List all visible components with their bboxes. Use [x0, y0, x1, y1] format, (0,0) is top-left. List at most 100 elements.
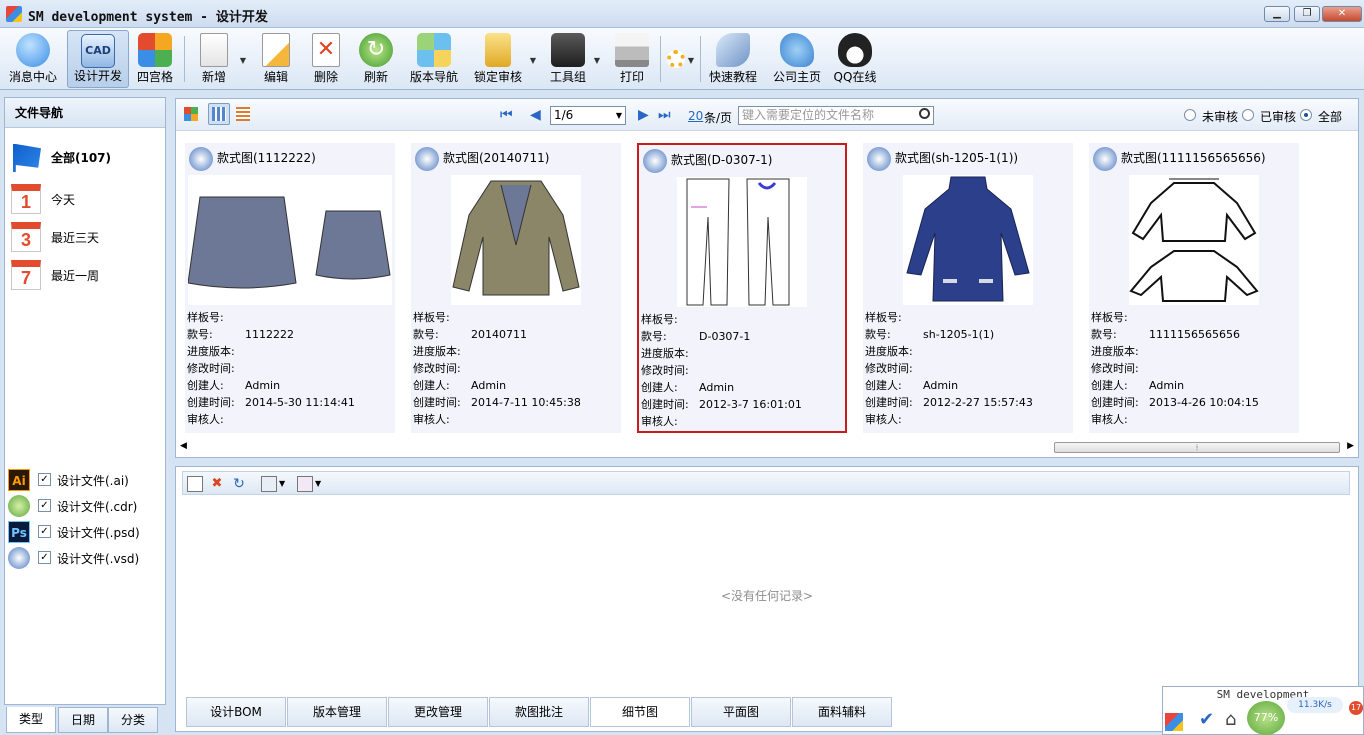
field-label: 创建人:	[1091, 379, 1128, 392]
toolbar-label: 四宫格	[136, 70, 173, 84]
style-card[interactable]: 款式图(sh-1205-1(1)) 样板号: 款号: sh-1205-1(1) 进…	[863, 143, 1073, 433]
tab-category[interactable]: 分类	[108, 707, 158, 733]
style-card[interactable]: 款式图(20140711) 样板号: 款号: 20140711 进度版本: 修改时…	[411, 143, 621, 433]
filter-all-radio[interactable]	[1300, 109, 1312, 121]
qq-online-button[interactable]: QQ在线	[830, 30, 880, 88]
tab-design-bom[interactable]: 设计BOM	[186, 697, 286, 727]
check-icon[interactable]: ✔	[1199, 709, 1214, 730]
chevron-down-icon[interactable]: ▼	[279, 476, 295, 492]
chevron-down-icon[interactable]: ▼	[688, 56, 694, 65]
checkbox[interactable]: ✓	[38, 525, 51, 538]
tools-group-button[interactable]: ▼ 工具组	[546, 30, 600, 88]
field-label: 审核人:	[187, 413, 224, 426]
list-view-icon[interactable]	[232, 103, 254, 125]
toolbar-label: 新增	[201, 70, 226, 84]
tab-style-annotation[interactable]: 款图批注	[489, 697, 589, 727]
nav-item-today[interactable]: 1 今天	[11, 184, 161, 216]
tab-flat-drawing[interactable]: 平面图	[691, 697, 791, 727]
refresh-button[interactable]: ↻ 刷新	[354, 30, 398, 88]
file-type-psd[interactable]: Ps ✓ 设计文件(.psd)	[8, 519, 163, 543]
first-page-icon[interactable]: ⏮	[500, 107, 513, 123]
minimize-button[interactable]: ▁	[1264, 6, 1290, 22]
refresh-icon: ↻	[359, 33, 393, 67]
file-type-ai[interactable]: Ai ✓ 设计文件(.ai)	[8, 467, 163, 491]
view-toolbar: ⏮ ◀ 1/6 ▼ ▶ ⏭ 20 条/页 键入需要定位的文件名称 未审核 已审核…	[176, 99, 1358, 131]
filter-reviewed-radio[interactable]	[1242, 109, 1254, 121]
style-card[interactable]: 款式图(1112222) 样板号: 款号: 1112222 进度版本: 修改时间:…	[185, 143, 395, 433]
nav-item-all[interactable]: 全部(107)	[11, 142, 161, 174]
floating-widget[interactable]: SM development ✔ ⌂ 77% 11.3K/s 17	[1162, 686, 1364, 735]
checkbox[interactable]: ✓	[38, 551, 51, 564]
file-type-vsd[interactable]: ✓ 设计文件(.vsd)	[8, 545, 163, 569]
toolbar-label: 编辑	[263, 70, 288, 84]
lock-review-button[interactable]: ▼ 锁定审核	[470, 30, 536, 88]
toolbar-label: 公司主页	[772, 70, 821, 84]
search-icon[interactable]	[919, 108, 930, 119]
print-button[interactable]: 打印	[610, 30, 654, 88]
file-type-cdr[interactable]: ✓ 设计文件(.cdr)	[8, 493, 163, 517]
close-button[interactable]: ✕	[1322, 6, 1362, 22]
style-card[interactable]: 款式图(1111156565656) 样板号: 款号: 1111156565656…	[1089, 143, 1299, 433]
chevron-down-icon[interactable]: ▼	[315, 476, 331, 492]
thumbnail-view-icon[interactable]	[180, 103, 202, 125]
chevron-down-icon[interactable]: ▼	[594, 56, 600, 65]
tab-type[interactable]: 类型	[6, 707, 56, 733]
tab-version-management[interactable]: 版本管理	[287, 697, 387, 727]
horizontal-scrollbar[interactable]: ◀ ⦙ ▶	[178, 439, 1356, 455]
new-button[interactable]: ▼ 新增	[192, 30, 246, 88]
field-label: 创建人:	[865, 379, 902, 392]
style-card-selected[interactable]: 款式图(D-0307-1) 样板号: 款号: D-0307-1 进度版本: 修改时…	[637, 143, 847, 433]
last-page-icon[interactable]: ⏭	[658, 107, 671, 123]
home-icon[interactable]: ⌂	[1225, 709, 1236, 730]
prev-page-icon[interactable]: ◀	[530, 107, 541, 123]
maximize-button[interactable]: ❐	[1294, 6, 1320, 22]
company-home-button[interactable]: 公司主页	[768, 30, 826, 88]
search-input[interactable]: 键入需要定位的文件名称	[738, 106, 934, 125]
quick-tutorial-button[interactable]: 快速教程	[704, 30, 762, 88]
chevron-down-icon[interactable]: ▼	[530, 56, 536, 65]
scroll-right-icon[interactable]: ▶	[1347, 441, 1354, 451]
window-title: SM development system - 设计开发	[28, 10, 268, 25]
page-select[interactable]: 1/6 ▼	[550, 106, 626, 125]
scroll-left-icon[interactable]: ◀	[180, 441, 187, 451]
add-detail-icon[interactable]	[187, 476, 203, 492]
filter-reviewed-label: 已审核	[1260, 110, 1297, 124]
refresh-detail-icon[interactable]: ↻	[231, 476, 247, 492]
field-label: 审核人:	[413, 413, 450, 426]
delete-button[interactable]: ✕ 删除	[304, 30, 348, 88]
tab-fabric-accessories[interactable]: 面料辅料	[792, 697, 892, 727]
filter-unreviewed-radio[interactable]	[1184, 109, 1196, 121]
delete-icon: ✕	[312, 33, 340, 67]
chevron-down-icon[interactable]: ▼	[240, 56, 246, 65]
visio-icon	[867, 147, 891, 171]
version-nav-button[interactable]: 版本导航	[406, 30, 462, 88]
message-center-button[interactable]: 消息中心	[4, 30, 62, 88]
page-size-link[interactable]: 20	[688, 109, 703, 123]
notification-badge[interactable]: 17	[1349, 701, 1363, 715]
toolbar-label: 设计开发	[73, 69, 122, 83]
checkbox[interactable]: ✓	[38, 473, 51, 486]
design-dev-button[interactable]: CAD 设计开发	[67, 30, 129, 88]
main-toolbar: 消息中心 CAD 设计开发 四宫格 ▼ 新增 编辑 ✕ 删除 ↻ 刷新 版本导航…	[0, 28, 1364, 90]
checkbox[interactable]: ✓	[38, 499, 51, 512]
memory-gauge[interactable]: 77%	[1247, 701, 1285, 735]
nav-item-label: 全部(107)	[51, 151, 112, 165]
import-icon[interactable]	[261, 476, 277, 492]
nav-item-last-three-days[interactable]: 3 最近三天	[11, 222, 161, 254]
grid-view-button[interactable]: 四宫格	[133, 30, 177, 88]
grid-view-icon[interactable]	[208, 103, 230, 125]
delete-detail-icon[interactable]: ✖	[209, 476, 225, 492]
tab-detail-drawing[interactable]: 细节图	[590, 697, 690, 727]
field-label: 修改时间:	[187, 362, 235, 375]
settings-button[interactable]: ▼	[664, 30, 694, 88]
export-icon[interactable]	[297, 476, 313, 492]
tab-date[interactable]: 日期	[58, 707, 108, 733]
next-page-icon[interactable]: ▶	[638, 107, 649, 123]
nav-item-last-week[interactable]: 7 最近一周	[11, 260, 161, 292]
tab-change-management[interactable]: 更改管理	[388, 697, 488, 727]
edit-button[interactable]: 编辑	[254, 30, 298, 88]
scrollbar-thumb[interactable]: ⦙	[1054, 442, 1340, 453]
file-type-label: 设计文件(.vsd)	[57, 552, 140, 566]
creator-value: Admin	[699, 381, 735, 394]
app-icon[interactable]	[1165, 713, 1183, 731]
